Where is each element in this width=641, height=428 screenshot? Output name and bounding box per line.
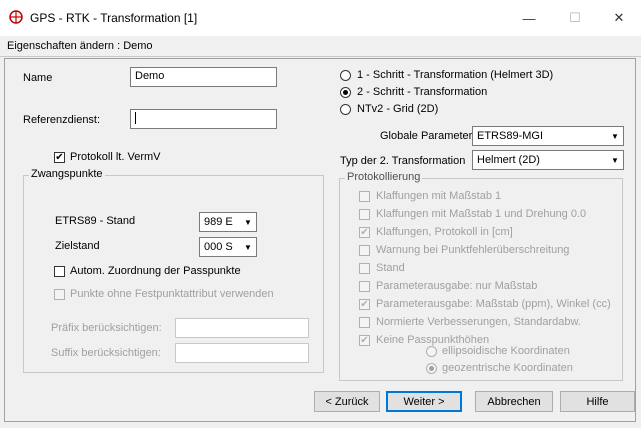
header-text: Eigenschaften ändern : Demo xyxy=(7,40,153,52)
radio-ellipsoidisch-label: ellipsoidische Koordinaten xyxy=(442,345,570,357)
praefix-input[interactable] xyxy=(175,318,309,338)
protokoll-checkbox-9[interactable]: ✔ xyxy=(359,335,370,346)
etrs-stand-value: 989 E xyxy=(204,216,233,228)
typ-transformation-dropdown[interactable]: Helmert (2D) ▼ xyxy=(472,150,624,170)
radio-ntv2[interactable] xyxy=(340,104,351,115)
radio-2-schritt-label: 2 - Schritt - Transformation xyxy=(357,86,488,98)
globale-parameter-label: Globale Parameter xyxy=(380,130,473,142)
back-button[interactable]: < Zurück xyxy=(314,391,380,412)
chevron-down-icon: ▼ xyxy=(244,242,252,252)
festpunkt-checkbox[interactable] xyxy=(54,289,65,300)
protokoll-checkbox-2[interactable] xyxy=(359,209,370,220)
festpunkt-label: Punkte ohne Festpunktattribut verwenden xyxy=(70,288,274,300)
minimize-button[interactable]: — xyxy=(507,0,551,36)
protokoll-item-2: Klaffungen mit Maßstab 1 und Drehung 0.0 xyxy=(376,208,587,220)
protokoll-checkbox-4[interactable] xyxy=(359,245,370,256)
radio-geozentrisch-label: geozentrische Koordinaten xyxy=(442,362,573,374)
protokoll-vermv-checkbox[interactable]: ✔ xyxy=(54,152,65,163)
referenzdienst-input[interactable] xyxy=(130,109,277,129)
radio-2-schritt[interactable] xyxy=(340,87,351,98)
radio-geozentrisch[interactable] xyxy=(426,363,437,374)
radio-1-schritt-label: 1 - Schritt - Transformation (Helmert 3D… xyxy=(357,69,554,81)
protokoll-checkbox-3[interactable]: ✔ xyxy=(359,227,370,238)
protokoll-vermv-label: Protokoll lt. VermV xyxy=(70,151,161,163)
globale-parameter-dropdown[interactable]: ETRS89-MGI ▼ xyxy=(472,126,624,146)
protokoll-checkbox-6[interactable] xyxy=(359,281,370,292)
cancel-button[interactable]: Abbrechen xyxy=(475,391,553,412)
radio-ntv2-label: NTv2 - Grid (2D) xyxy=(357,103,439,115)
suffix-input[interactable] xyxy=(175,343,309,363)
protokoll-item-6: Parameterausgabe: nur Maßstab xyxy=(376,280,538,292)
maximize-button[interactable]: ☐ xyxy=(553,0,597,36)
name-label: Name xyxy=(23,72,53,84)
typ-transformation-label: Typ der 2. Transformation xyxy=(340,155,466,167)
protokollierung-legend: Protokollierung xyxy=(345,171,423,183)
protokoll-checkbox-7[interactable]: ✔ xyxy=(359,299,370,310)
suffix-label: Suffix berücksichtigen: xyxy=(51,347,161,359)
zwangspunkte-legend: Zwangspunkte xyxy=(29,168,105,180)
protokoll-checkbox-5[interactable] xyxy=(359,263,370,274)
protokoll-item-4: Warnung bei Punktfehlerüberschreitung xyxy=(376,244,570,256)
protokoll-checkbox-1[interactable] xyxy=(359,191,370,202)
window-title: GPS - RTK - Transformation [1] xyxy=(30,11,198,25)
praefix-label: Präfix berücksichtigen: xyxy=(51,322,162,334)
radio-ellipsoidisch[interactable] xyxy=(426,346,437,357)
protokoll-checkbox-8[interactable] xyxy=(359,317,370,328)
autom-zuordnung-label: Autom. Zuordnung der Passpunkte xyxy=(70,265,241,277)
zielstand-dropdown[interactable]: 000 S ▼ xyxy=(199,237,257,257)
autom-zuordnung-checkbox[interactable] xyxy=(54,266,65,277)
chevron-down-icon: ▼ xyxy=(611,131,619,141)
chevron-down-icon: ▼ xyxy=(244,217,252,227)
etrs-stand-label: ETRS89 - Stand xyxy=(55,215,136,227)
protokoll-item-1: Klaffungen mit Maßstab 1 xyxy=(376,190,502,202)
radio-1-schritt[interactable] xyxy=(340,70,351,81)
protokoll-item-7: Parameterausgabe: Maßstab (ppm), Winkel … xyxy=(376,298,611,310)
globale-parameter-value: ETRS89-MGI xyxy=(477,130,544,142)
typ-transformation-value: Helmert (2D) xyxy=(477,154,540,166)
etrs-stand-dropdown[interactable]: 989 E ▼ xyxy=(199,212,257,232)
next-button[interactable]: Weiter > xyxy=(386,391,462,412)
zielstand-value: 000 S xyxy=(204,241,233,253)
help-button[interactable]: Hilfe xyxy=(560,391,635,412)
protokoll-item-5: Stand xyxy=(376,262,405,274)
protokoll-item-3: Klaffungen, Protokoll in [cm] xyxy=(376,226,513,238)
globe-icon xyxy=(9,10,23,24)
zielstand-label: Zielstand xyxy=(55,240,100,252)
referenzdienst-label: Referenzdienst: xyxy=(23,114,101,126)
protokoll-item-8: Normierte Verbesserungen, Standardabw. xyxy=(376,316,581,328)
text-cursor xyxy=(135,112,136,125)
name-input[interactable]: Demo xyxy=(130,67,277,87)
close-button[interactable]: ✕ xyxy=(597,0,641,36)
chevron-down-icon: ▼ xyxy=(611,155,619,165)
